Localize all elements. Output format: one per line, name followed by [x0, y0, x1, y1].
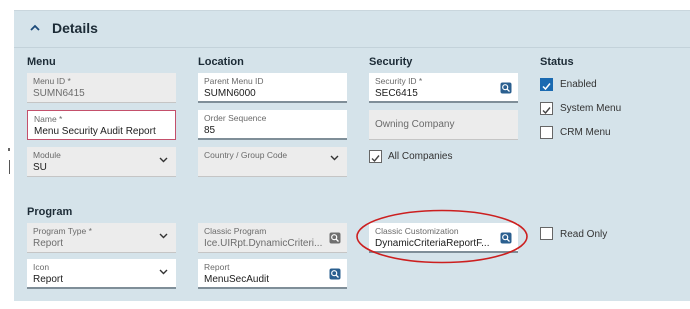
program-type-value: Report [33, 238, 64, 249]
classic-customization-label: Classic Customization [375, 226, 459, 236]
name-label: Name * [34, 114, 63, 124]
search-icon[interactable] [329, 268, 341, 280]
country-group-code-label: Country / Group Code [204, 150, 288, 160]
all-companies-checkbox[interactable] [369, 150, 382, 163]
panel-header[interactable]: Details [14, 11, 690, 47]
icon-value: Report [33, 274, 64, 285]
country-group-code-select[interactable]: Country / Group Code [198, 147, 347, 177]
report-field[interactable]: Report MenuSecAudit [198, 259, 347, 289]
owning-company-field[interactable]: Owning Company [369, 110, 518, 140]
classic-customization-value: DynamicCriteriaReportF... [375, 238, 490, 249]
program-type-label: Program Type * [33, 226, 92, 236]
order-sequence-field[interactable]: Order Sequence 85 [198, 110, 347, 140]
module-select[interactable]: Module SU [27, 147, 176, 177]
system-menu-checkbox[interactable] [540, 102, 553, 115]
checkmark-icon [542, 83, 551, 91]
security-id-label: Security ID * [375, 76, 423, 86]
all-companies-label: All Companies [388, 151, 453, 162]
section-program-label: Program [27, 206, 73, 218]
crm-menu-checkbox[interactable] [540, 126, 553, 139]
report-value: MenuSecAudit [204, 274, 270, 285]
enabled-label: Enabled [560, 79, 597, 90]
icon-select[interactable]: Icon Report [27, 259, 176, 289]
system-menu-label: System Menu [560, 103, 622, 114]
name-value: Menu Security Audit Report [34, 126, 156, 137]
program-type-select[interactable]: Program Type * Report [27, 223, 176, 253]
section-security-label: Security [369, 56, 413, 68]
search-icon[interactable] [500, 82, 512, 94]
panel-title: Details [52, 20, 98, 36]
report-label: Report [204, 262, 230, 272]
checkmark-icon [542, 107, 551, 115]
owning-company-placeholder: Owning Company [375, 119, 455, 130]
order-sequence-value: 85 [204, 125, 216, 136]
classic-program-field[interactable]: Classic Program Ice.UIRpt.DynamicCriteri… [198, 223, 347, 253]
checkmark-icon [371, 155, 380, 163]
search-icon[interactable] [500, 232, 512, 244]
order-sequence-label: Order Sequence [204, 113, 267, 123]
section-status-label: Status [540, 56, 574, 68]
menu-id-label: Menu ID * [33, 76, 71, 86]
icon-label: Icon [33, 262, 50, 272]
read-only-label: Read Only [560, 229, 608, 240]
parent-menu-id-value: SUMN6000 [204, 88, 256, 99]
chevron-down-icon[interactable] [159, 269, 168, 275]
security-id-value: SEC6415 [375, 88, 418, 99]
chevron-down-icon[interactable] [159, 233, 168, 239]
security-id-field[interactable]: Security ID * SEC6415 [369, 73, 518, 103]
classic-customization-field[interactable]: Classic Customization DynamicCriteriaRep… [369, 223, 518, 253]
left-edge-cursor [9, 160, 10, 174]
parent-menu-id-label: Parent Menu ID [204, 76, 264, 86]
crm-menu-label: CRM Menu [560, 127, 611, 138]
menu-id-value: SUMN6415 [33, 88, 85, 99]
module-label: Module [33, 150, 61, 160]
module-value: SU [33, 162, 47, 173]
menu-id-field[interactable]: Menu ID * SUMN6415 [27, 73, 176, 103]
classic-program-label: Classic Program [204, 226, 267, 236]
section-menu-label: Menu [27, 56, 56, 68]
search-icon[interactable] [329, 232, 341, 244]
parent-menu-id-field[interactable]: Parent Menu ID SUMN6000 [198, 73, 347, 103]
chevron-down-icon[interactable] [330, 155, 339, 161]
section-location-label: Location [198, 56, 244, 68]
enabled-checkbox[interactable] [540, 78, 553, 91]
chevron-up-icon[interactable] [28, 21, 42, 35]
name-field[interactable]: Name * Menu Security Audit Report [27, 110, 176, 140]
classic-program-value: Ice.UIRpt.DynamicCriteri... [204, 238, 323, 249]
read-only-checkbox[interactable] [540, 227, 553, 240]
chevron-down-icon[interactable] [159, 157, 168, 163]
header-divider [14, 47, 690, 48]
left-edge-mark [8, 148, 10, 151]
